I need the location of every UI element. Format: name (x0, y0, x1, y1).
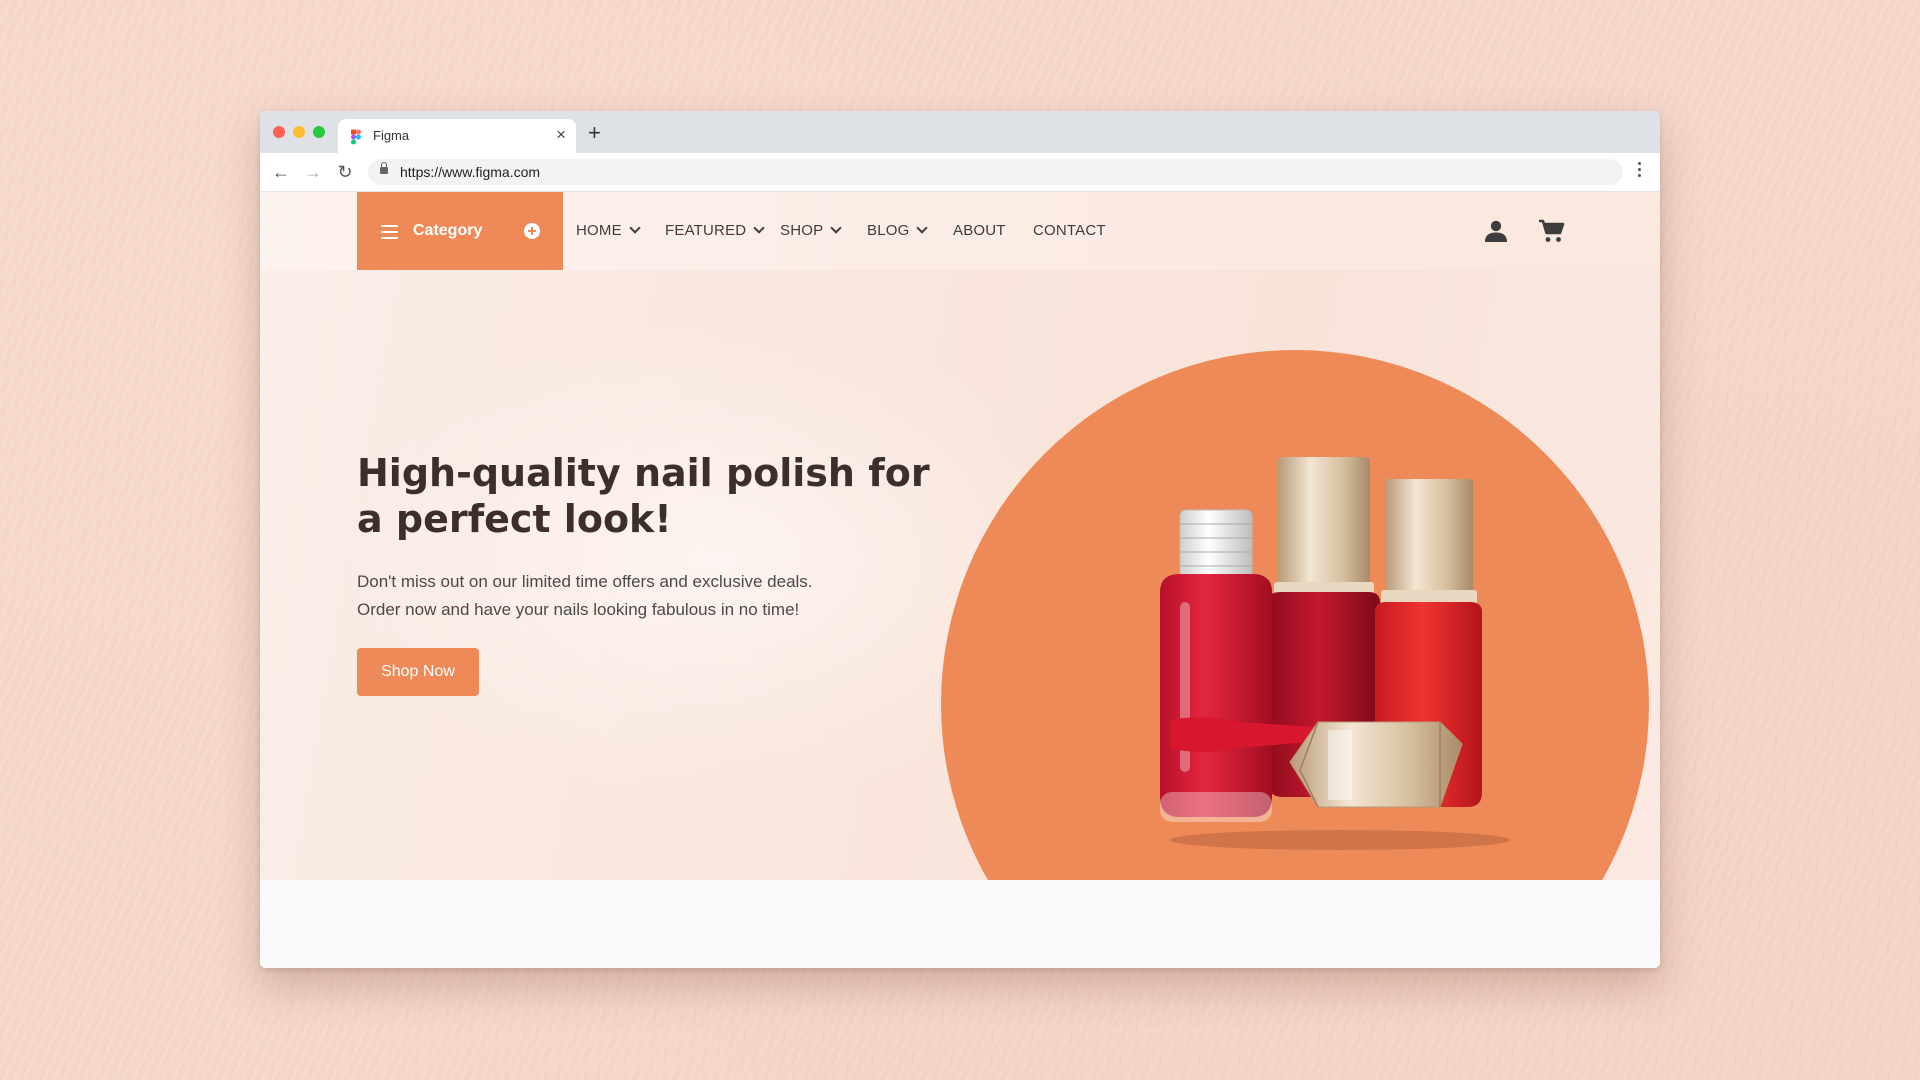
back-arrow-icon[interactable]: ← (270, 161, 292, 183)
nav-featured-label: FEATURED (665, 222, 747, 239)
plus-circle-icon (524, 223, 540, 239)
address-bar[interactable]: https://www.figma.com (368, 159, 1623, 185)
url-text[interactable]: https://www.figma.com (400, 164, 540, 180)
browser-tab[interactable]: Figma × (338, 119, 576, 153)
new-tab-button[interactable]: + (588, 120, 601, 146)
nav-shop-label: SHOP (780, 222, 824, 239)
lock-icon (380, 162, 388, 174)
nail-polish-bottles-image (1160, 457, 1510, 850)
chevron-down-icon (753, 222, 765, 234)
hamburger-menu-icon (381, 225, 398, 243)
chevron-down-icon (629, 222, 641, 234)
figma-logo-icon (351, 129, 361, 145)
browser-toolbar: ← → ↻ https://www.figma.com (260, 153, 1660, 192)
hero-title: High-quality nail polish for a perfect l… (357, 451, 930, 541)
nav-featured[interactable]: FEATURED (665, 222, 765, 239)
nav-shop[interactable]: SHOP (780, 222, 842, 239)
category-label: Category (413, 222, 483, 239)
minimize-window-button[interactable] (293, 126, 305, 138)
website: Category HOME FEATURED SHOP BLOG ABOUT C… (260, 192, 1660, 968)
shop-now-button[interactable]: Shop Now (357, 648, 479, 696)
chevron-down-icon (830, 222, 842, 234)
hero-subtitle-line-2: Order now and have your nails looking fa… (357, 600, 800, 619)
nav-home-label: HOME (576, 222, 622, 239)
hero-subtitle-line-1: Don't miss out on our limited time offer… (357, 572, 813, 591)
category-button[interactable]: Category (357, 192, 563, 270)
hero-section: High-quality nail polish for a perfect l… (260, 270, 1660, 880)
browser-window: Figma × + ← → ↻ https://www.figma.com Ca… (260, 111, 1660, 968)
nav-blog-label: BLOG (867, 222, 910, 239)
nav-about[interactable]: ABOUT (953, 222, 1006, 239)
maximize-window-button[interactable] (313, 126, 325, 138)
nav-blog[interactable]: BLOG (867, 222, 929, 239)
close-tab-icon[interactable]: × (556, 125, 566, 145)
tab-strip: Figma × + (260, 111, 1660, 153)
tab-title: Figma (373, 128, 410, 143)
reload-icon[interactable]: ↻ (334, 161, 356, 183)
next-section-strip (260, 880, 1660, 968)
close-window-button[interactable] (273, 126, 285, 138)
user-icon[interactable] (1484, 220, 1508, 242)
forward-arrow-icon[interactable]: → (302, 161, 324, 183)
hero-subtitle: Don't miss out on our limited time offer… (357, 568, 917, 624)
browser-menu-icon[interactable] (1638, 162, 1642, 180)
site-header: Category HOME FEATURED SHOP BLOG ABOUT C… (260, 192, 1660, 270)
nav-contact[interactable]: CONTACT (1033, 222, 1106, 239)
nav-home[interactable]: HOME (576, 222, 641, 239)
chevron-down-icon (916, 222, 929, 234)
cart-icon[interactable] (1538, 219, 1565, 243)
